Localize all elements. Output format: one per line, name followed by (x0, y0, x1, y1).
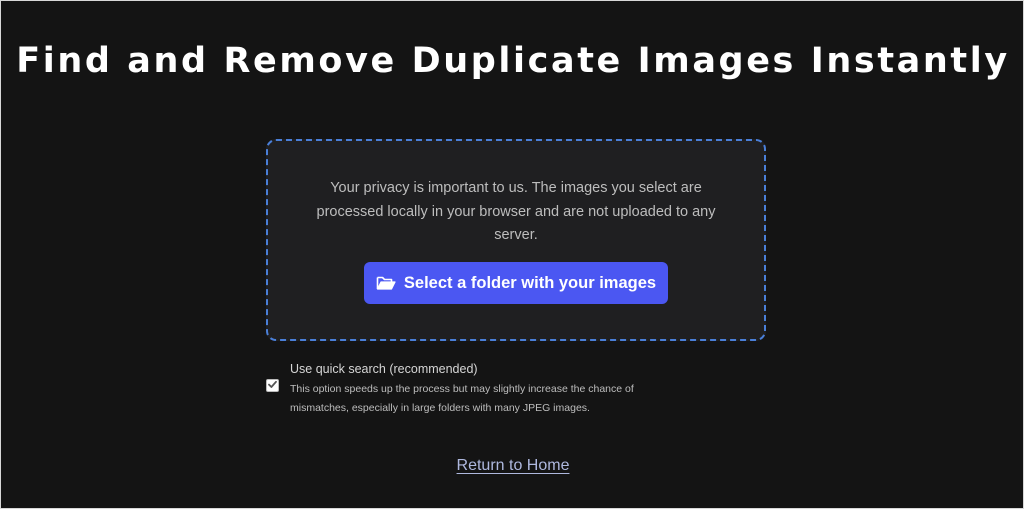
quick-search-label[interactable]: Use quick search (recommended) (290, 361, 478, 377)
select-folder-button[interactable]: Select a folder with your images (364, 262, 668, 304)
page-title: Find and Remove Duplicate Images Instant… (16, 41, 1010, 81)
quick-search-option: Use quick search (recommended) This opti… (266, 361, 726, 419)
quick-search-checkbox[interactable] (266, 379, 279, 392)
checkmark-icon (267, 377, 278, 395)
quick-search-description: This option speeds up the process but ma… (290, 383, 634, 414)
privacy-notice: Your privacy is important to us. The ima… (316, 180, 716, 243)
select-folder-label: Select a folder with your images (403, 273, 657, 292)
page-frame: Find and Remove Duplicate Images Instant… (0, 0, 1024, 509)
folder-open-icon (376, 275, 396, 291)
return-home-link[interactable]: Return to Home (457, 457, 570, 474)
folder-dropzone[interactable]: Your privacy is important to us. The ima… (266, 139, 766, 341)
footer-links: Return to Home (1, 456, 1024, 476)
